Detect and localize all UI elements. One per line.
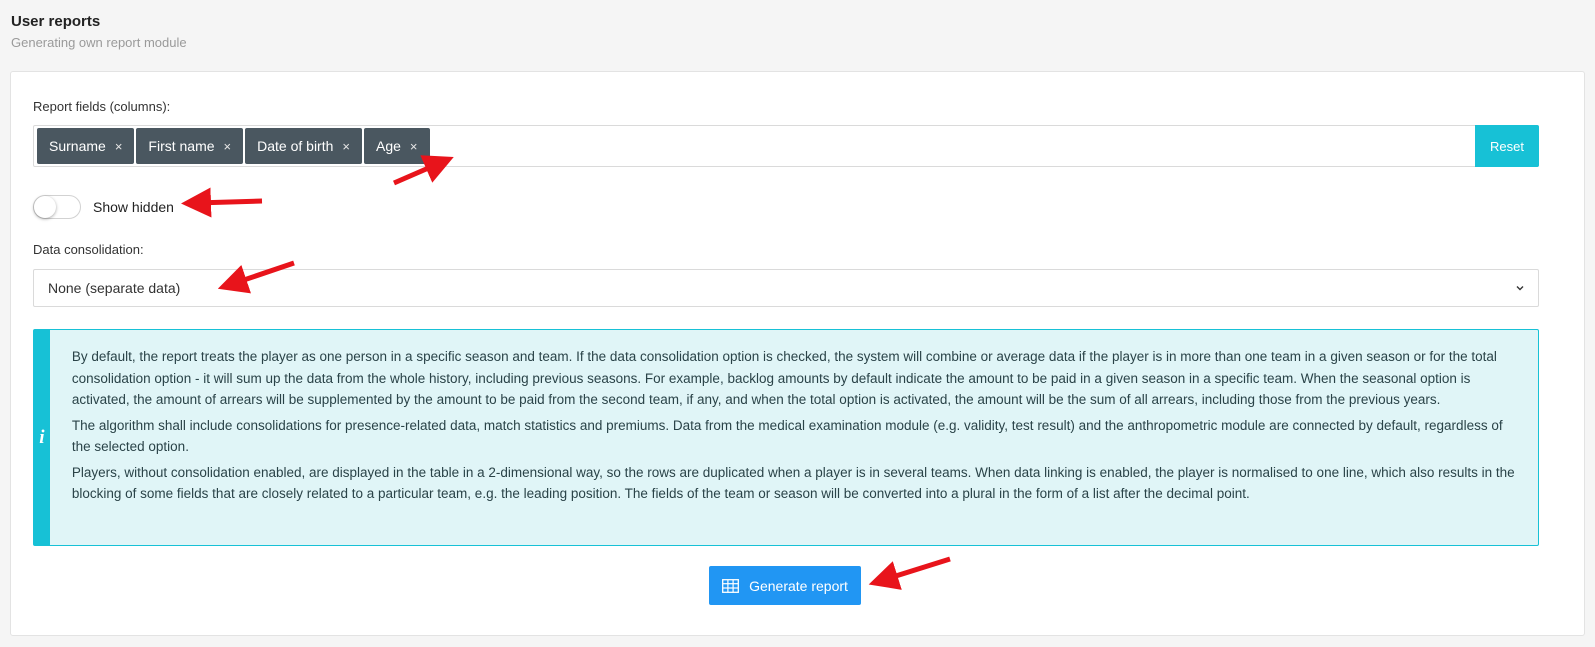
report-fields-input[interactable]: Surname × First name × Date of birth × A… [33,125,1539,167]
show-hidden-label: Show hidden [93,199,174,215]
tag-first-name: First name × [136,128,244,164]
info-paragraph: Players, without consolidation enabled, … [71,464,1515,502]
report-card: Report fields (columns): Surname × First… [10,71,1585,636]
remove-tag-icon[interactable]: × [115,139,123,154]
tag-age: Age × [363,128,430,164]
info-alert: i By default, the report treats the play… [33,329,1539,546]
page-header: User reports Generating own report modul… [11,12,187,51]
select-value: None (separate data) [48,280,181,296]
remove-tag-icon[interactable]: × [410,139,418,154]
chevron-down-icon [1516,286,1524,291]
info-paragraph: By default, the report treats the player… [71,349,1497,407]
data-consolidation-label: Data consolidation: [33,242,144,257]
page-subtitle: Generating own report module [11,35,187,50]
remove-tag-icon[interactable]: × [342,139,350,154]
info-icon: i [34,330,50,545]
data-consolidation-select[interactable]: None (separate data) [33,269,1539,307]
tag-surname: Surname × [37,128,135,164]
tag-label: First name [148,138,215,154]
tag-date-of-birth: Date of birth × [245,128,362,164]
toggle-knob [34,196,56,218]
table-icon [722,578,740,593]
generate-report-button[interactable]: Generate report [709,566,861,605]
reset-button[interactable]: Reset [1475,125,1539,167]
tag-label: Date of birth [257,138,334,154]
info-paragraph: The algorithm shall include consolidatio… [71,417,1503,455]
tag-label: Surname [49,138,106,154]
tag-label: Age [375,138,401,154]
page-title: User reports [11,13,101,30]
report-fields-label: Report fields (columns): [33,99,171,114]
show-hidden-toggle[interactable] [33,195,81,219]
remove-tag-icon[interactable]: × [224,139,232,154]
info-text: By default, the report treats the player… [50,330,1538,545]
generate-report-label: Generate report [749,577,848,594]
